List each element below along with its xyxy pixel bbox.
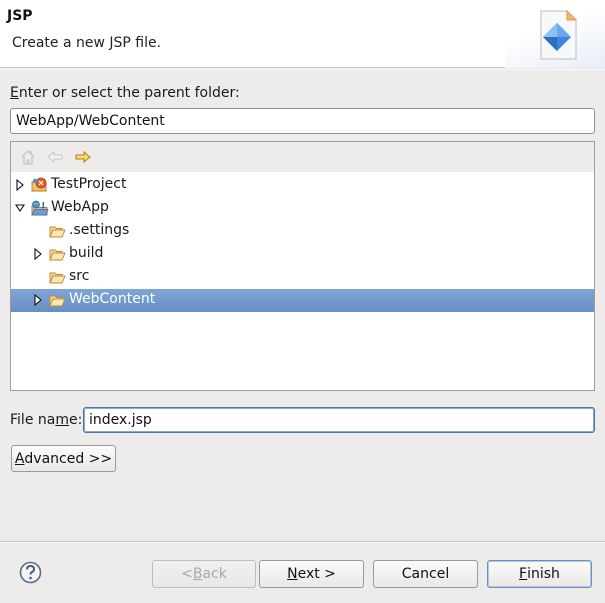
home-icon[interactable] xyxy=(19,149,37,165)
collapsed-twisty-icon[interactable] xyxy=(33,294,43,306)
mnemonic: A xyxy=(14,450,25,467)
header-divider xyxy=(0,69,605,70)
button-label: dvanced >> xyxy=(24,450,113,467)
tree-item-label: WebApp xyxy=(51,199,109,215)
tree-item-label: build xyxy=(69,245,104,261)
label-text: File na xyxy=(10,412,56,428)
mnemonic: B xyxy=(192,566,203,582)
tree-item-build[interactable]: build xyxy=(11,243,594,266)
label-text: e: xyxy=(68,412,83,428)
parent-folder-value: WebApp/WebContent xyxy=(16,113,165,129)
next-button[interactable]: Next > xyxy=(259,560,364,588)
button-label: ext > xyxy=(297,566,336,582)
button-label: ack xyxy=(202,566,227,582)
mnemonic: N xyxy=(287,566,298,582)
tree-toolbar xyxy=(11,142,594,172)
forward-arrow-icon[interactable] xyxy=(74,149,92,165)
back-button[interactable]: < Back xyxy=(152,560,256,588)
wizard-header: JSP Create a new JSP file. xyxy=(0,0,605,68)
svg-text:J: J xyxy=(41,201,45,209)
back-arrow-icon[interactable] xyxy=(46,149,64,165)
label-text: nter or select the parent folder: xyxy=(18,85,240,101)
expanded-twisty-icon[interactable] xyxy=(15,202,25,214)
button-label: < xyxy=(181,566,193,582)
wizard-description: Create a new JSP file. xyxy=(12,35,162,51)
parent-folder-label: Enter or select the parent folder: xyxy=(10,85,240,101)
mnemonic: E xyxy=(10,85,19,101)
collapsed-twisty-icon[interactable] xyxy=(15,179,25,191)
file-name-label: File name: xyxy=(10,412,82,428)
tree-item-webcontent[interactable]: WebContent xyxy=(11,289,594,312)
cancel-button[interactable]: Cancel xyxy=(373,560,478,588)
jsp-file-wizard-icon xyxy=(540,9,578,60)
mnemonic: F xyxy=(519,566,528,582)
button-label: inish xyxy=(527,566,560,582)
file-name-value: index.jsp xyxy=(89,412,152,428)
collapsed-twisty-icon[interactable] xyxy=(33,248,43,260)
tree-item-label: WebContent xyxy=(69,291,156,307)
tree-item-testproject[interactable]: TestProject xyxy=(11,174,594,197)
footer-divider-highlight xyxy=(0,542,605,543)
finish-button[interactable]: Finish xyxy=(487,560,592,588)
tree-item-src[interactable]: src xyxy=(11,266,594,289)
project-icon xyxy=(31,177,47,192)
folder-icon xyxy=(49,295,66,307)
advanced-button[interactable]: Advanced >> xyxy=(11,445,116,472)
folder-icon xyxy=(49,226,66,238)
wizard-title: JSP xyxy=(7,8,33,24)
file-name-input[interactable]: index.jsp xyxy=(83,407,595,433)
help-icon[interactable] xyxy=(19,561,42,584)
tree-item-settings[interactable]: .settings xyxy=(11,220,594,243)
folder-tree[interactable]: TestProject J WebApp .settings build src WebCo… xyxy=(10,141,595,391)
mnemonic: m xyxy=(55,412,69,428)
parent-folder-input[interactable]: WebApp/WebContent xyxy=(10,108,595,134)
tree-item-label: src xyxy=(69,268,90,284)
folder-icon xyxy=(49,272,66,284)
web-project-icon: J xyxy=(31,200,49,216)
tree-item-label: .settings xyxy=(69,222,130,238)
button-label: Cancel xyxy=(401,566,450,582)
tree-item-label: TestProject xyxy=(51,176,127,192)
folder-icon xyxy=(49,249,66,261)
tree-item-webapp[interactable]: J WebApp xyxy=(11,197,594,220)
